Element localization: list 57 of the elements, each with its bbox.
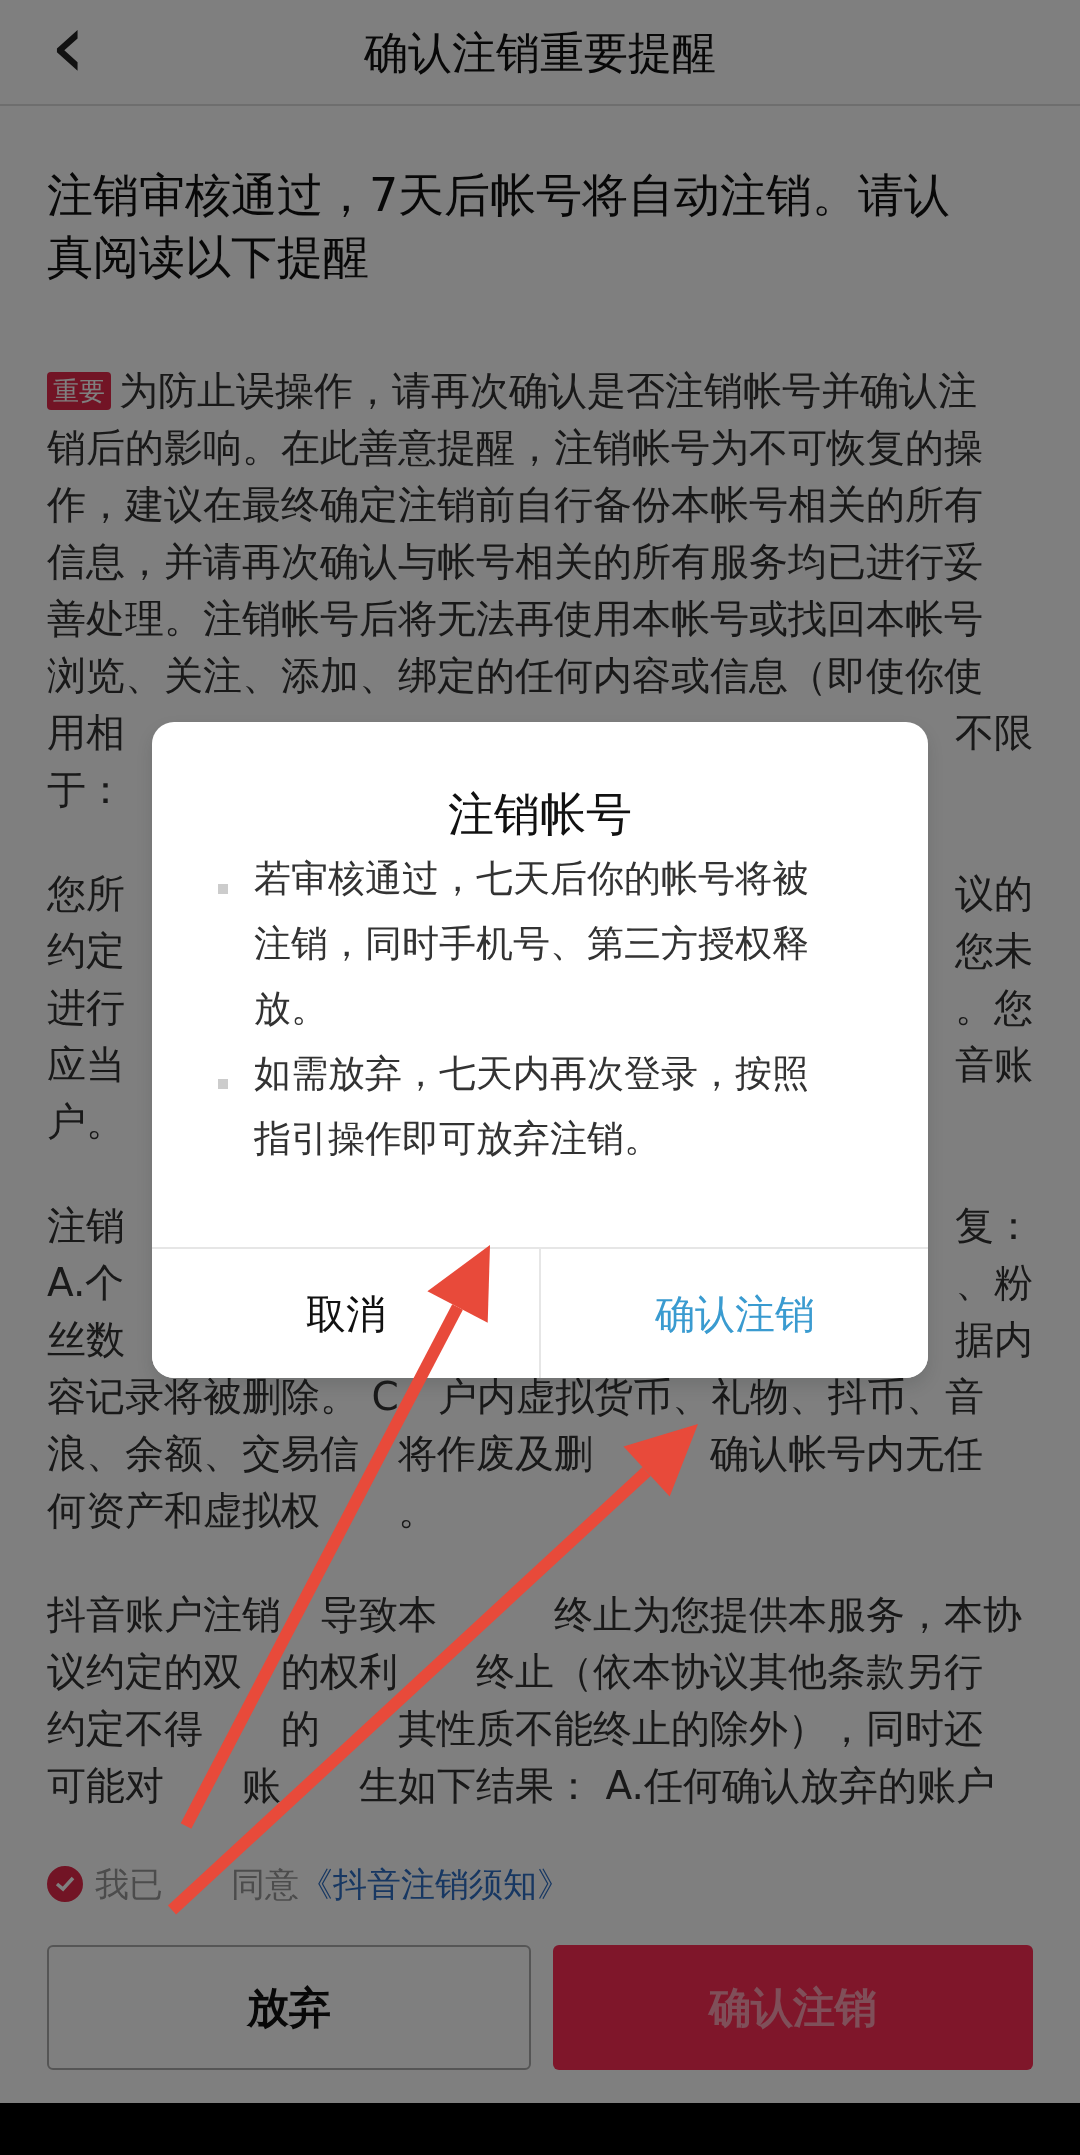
check-icon (55, 1876, 75, 1892)
body-text: 。 (398, 1487, 437, 1535)
checkbox[interactable] (47, 1866, 83, 1902)
back-button[interactable]: ‹ (40, 6, 96, 86)
body-text: 将作废及删 (398, 1430, 593, 1478)
body-text: 用相 (47, 709, 125, 757)
body-text: 于： (47, 766, 125, 814)
body-text: 约定 (47, 927, 125, 975)
abandon-button[interactable]: 放弃 (47, 1945, 531, 2070)
body-text: 生如下结果： A.任何确认放弃的账户 (359, 1762, 995, 1810)
body-text: 据内 (955, 1316, 1033, 1364)
body-text: 终止（依本协议其他条款另行 (476, 1648, 983, 1696)
body-text: 的 (281, 1705, 320, 1753)
body-text: 注销 (47, 1202, 125, 1250)
body-text: 信息，并请再次确认与帐号相关的所有服务均已进行妥 (47, 538, 983, 586)
body-text: 终止为您提供本服务，本协 (554, 1591, 1022, 1639)
page-title: 确认注销重要提醒 (364, 26, 716, 80)
body-text: 应当 (47, 1041, 125, 1089)
body-text: 复： (955, 1202, 1033, 1250)
bullet-icon (218, 884, 228, 894)
dialog-title: 注销帐号 (447, 786, 633, 842)
important-tag: 重要 (47, 371, 111, 410)
dialog-text: 若审核通过，七天后你的帐号将被注销，同时手机号、第三方授权释放。 (254, 856, 810, 1032)
body-text: 进行 (47, 984, 125, 1032)
body-text: 销后的影响。在此善意提醒，注销帐号为不可恢复的操 (47, 424, 983, 472)
confirm-button[interactable]: 确认注销 (541, 1249, 928, 1378)
heading-text: 真阅读以下提醒 (47, 229, 370, 286)
body-text: 账 (242, 1762, 281, 1810)
body-text: 、粉 (955, 1259, 1033, 1307)
bullet-icon (218, 1079, 228, 1089)
body-text: 浪、余额、交易信 (47, 1430, 359, 1478)
body-text: 您未 (955, 927, 1033, 975)
body-text: 的权利 (281, 1648, 398, 1696)
heading-text: 注销审核通过，7天后帐号将自动注销。请认 (47, 167, 952, 224)
body-text: 其性质不能终止的除外），同时还 (398, 1705, 983, 1753)
terms-link[interactable]: 《抖音注销须知》 (299, 1858, 571, 1910)
body-text: 音账 (955, 1041, 1033, 1089)
body-text: 浏览、关注、添加、绑定的任何内容或信息（即使你使 (47, 652, 983, 700)
body-text: 何资产和虚拟权 (47, 1487, 320, 1535)
body-text: 约定不得 (47, 1705, 203, 1753)
body-text: 不限 (955, 709, 1033, 757)
body-text: 抖音账户注销 (47, 1591, 281, 1639)
body-text: 善处理。注销帐号后将无法再使用本帐号或找回本帐号 (47, 595, 983, 643)
body-text: 议约定的双 (47, 1648, 242, 1696)
body-text: 户。 (47, 1098, 125, 1146)
body-text: 确认帐号内无任 (710, 1430, 983, 1478)
body-text: 。您 (955, 984, 1033, 1032)
body-text: 为防止误操作，请再次确认是否注销帐号并确认注 (119, 367, 977, 415)
body-text: 导致本 (320, 1591, 437, 1639)
cancel-button[interactable]: 取消 (152, 1249, 541, 1378)
body-text: 作，建议在最终确定注销前自行备份本帐号相关的所有 (47, 481, 983, 529)
dialog-text: 如需放弃，七天内再次登录，按照指引操作即可放弃注销。 (254, 1051, 810, 1162)
body-text: 您所 (47, 870, 125, 918)
body-text: 丝数 (47, 1316, 125, 1364)
body-text: 可能对 (47, 1762, 164, 1810)
body-text: 议的 (955, 870, 1033, 918)
body-text: A.个 (47, 1259, 125, 1307)
